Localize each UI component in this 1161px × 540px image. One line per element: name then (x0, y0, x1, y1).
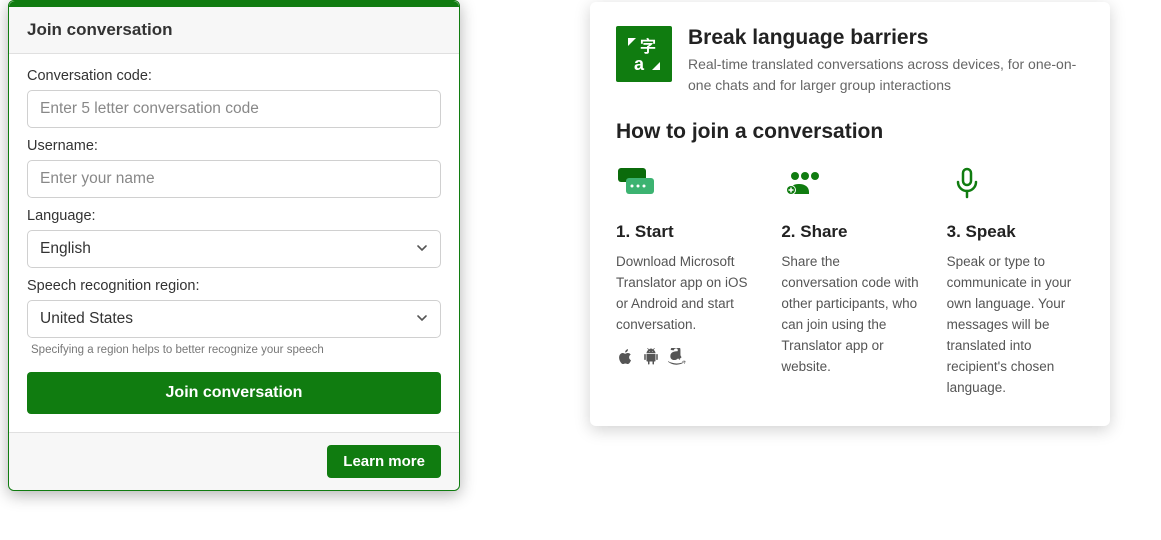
info-panel: 字 a Break language barriers Real-time tr… (590, 2, 1110, 426)
android-icon (642, 348, 660, 371)
language-selected-value: English (40, 240, 91, 258)
conversation-code-input[interactable] (27, 90, 441, 128)
join-conversation-button[interactable]: Join conversation (27, 372, 441, 414)
username-input[interactable] (27, 160, 441, 198)
join-conversation-panel: Join conversation Conversation code: Use… (8, 0, 460, 491)
svg-text:a: a (634, 54, 645, 74)
amazon-icon (668, 348, 686, 371)
step-title: 2. Share (781, 222, 918, 242)
translator-icon: 字 a (616, 26, 672, 82)
conversation-code-label: Conversation code: (27, 68, 441, 84)
step-title: 3. Speak (947, 222, 1084, 242)
group-add-icon (781, 166, 918, 210)
apple-icon (616, 348, 634, 371)
step-speak: 3. Speak Speak or type to communicate in… (947, 166, 1084, 398)
chevron-down-icon (416, 241, 428, 257)
step-description: Speak or type to communicate in your own… (947, 252, 1084, 398)
step-description: Download Microsoft Translator app on iOS… (616, 252, 753, 336)
username-label: Username: (27, 138, 441, 154)
panel-header: Join conversation (9, 7, 459, 54)
hero-description: Real-time translated conversations acros… (688, 54, 1084, 96)
step-start: 1. Start Download Microsoft Translator a… (616, 166, 753, 398)
speech-region-select[interactable]: United States (27, 300, 441, 338)
step-description: Share the conversation code with other p… (781, 252, 918, 378)
chat-bubbles-icon (616, 166, 753, 210)
howto-title: How to join a conversation (616, 120, 1084, 144)
panel-title: Join conversation (27, 20, 441, 40)
speech-region-label: Speech recognition region: (27, 278, 441, 294)
region-helper-text: Specifying a region helps to better reco… (27, 344, 441, 356)
step-share: 2. Share Share the conversation code wit… (781, 166, 918, 398)
hero-title: Break language barriers (688, 26, 1084, 50)
hero-section: 字 a Break language barriers Real-time tr… (616, 26, 1084, 96)
microphone-icon (947, 166, 1084, 210)
hero-text: Break language barriers Real-time transl… (688, 26, 1084, 96)
language-label: Language: (27, 208, 441, 224)
platform-icons (616, 348, 753, 371)
learn-more-button[interactable]: Learn more (327, 445, 441, 478)
panel-footer: Learn more (9, 432, 459, 490)
form-body: Conversation code: Username: Language: E… (9, 54, 459, 432)
steps-row: 1. Start Download Microsoft Translator a… (616, 166, 1084, 398)
step-title: 1. Start (616, 222, 753, 242)
region-selected-value: United States (40, 310, 133, 328)
chevron-down-icon (416, 311, 428, 327)
language-select[interactable]: English (27, 230, 441, 268)
